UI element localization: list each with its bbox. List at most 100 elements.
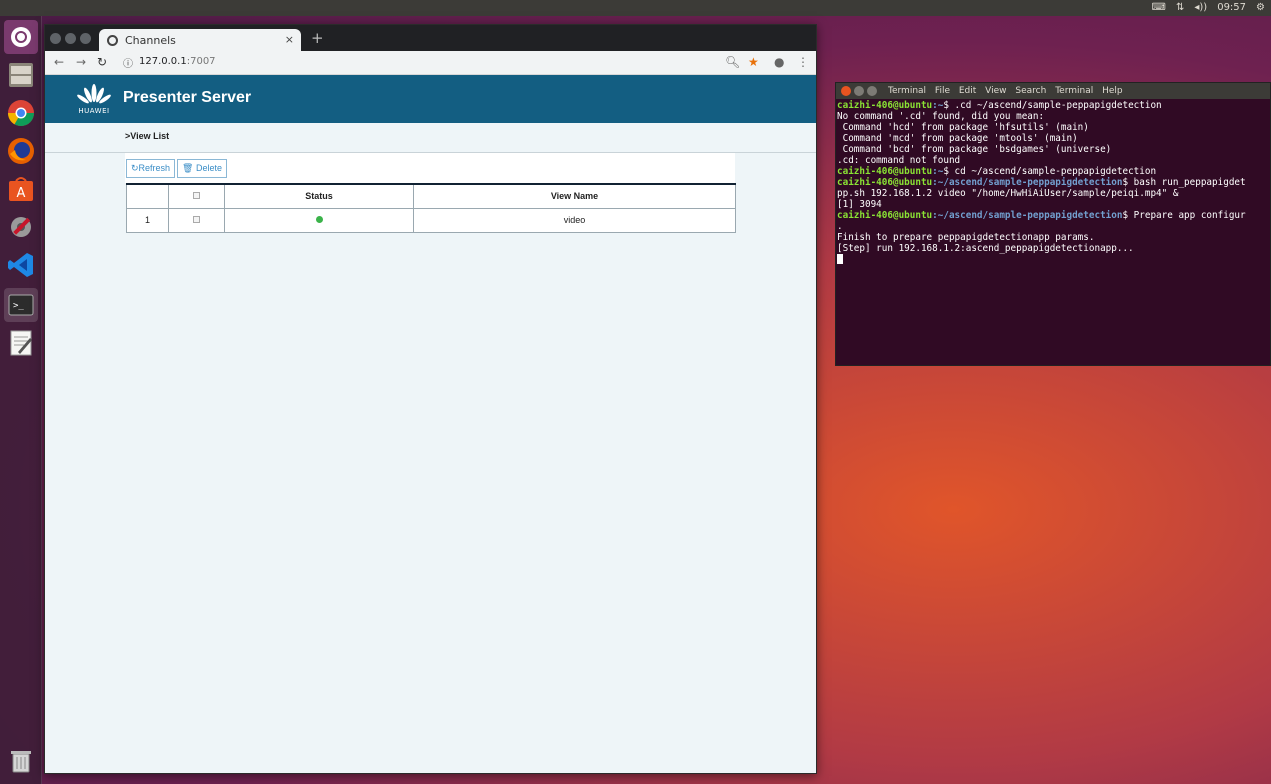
close-icon[interactable]: ×	[285, 33, 294, 46]
terminal-titlebar: Terminal File Edit View Search Terminal …	[836, 83, 1270, 99]
firefox-icon[interactable]	[4, 134, 38, 168]
delete-button[interactable]: 🗑︎ Delete	[177, 159, 227, 178]
back-arrow-icon[interactable]: ←	[54, 55, 64, 69]
toolbar: ↻Refresh 🗑︎ Delete	[125, 153, 735, 183]
prompt-user: caizhi-406@ubuntu	[837, 166, 933, 177]
launcher: A >_	[0, 16, 42, 784]
refresh-icon: ↻	[131, 163, 139, 173]
profile-icon[interactable]: ●	[774, 55, 784, 69]
trash-icon[interactable]	[4, 744, 38, 778]
terminal-minimize-button[interactable]	[854, 86, 864, 96]
refresh-button[interactable]: ↻Refresh	[126, 159, 176, 178]
prompt-path: :~/ascend/sample-peppapigdetection	[932, 177, 1123, 188]
keyboard-icon[interactable]: ⌨	[1152, 0, 1166, 16]
prompt-user: caizhi-406@ubuntu	[837, 210, 933, 221]
reload-icon[interactable]: ↻	[97, 55, 107, 69]
terminal-app-title: Terminal	[888, 86, 927, 96]
globe-icon	[107, 34, 118, 46]
terminal-cursor-line	[837, 254, 1270, 266]
view-table: Status View Name 1 video	[126, 183, 736, 233]
table-row[interactable]: 1 video	[126, 207, 736, 233]
window-minimize-button[interactable]	[65, 33, 76, 44]
prompt-path: :~	[932, 100, 944, 111]
terminal-line: Command 'bcd' from package 'bsdgames' (u…	[837, 144, 1112, 155]
ubuntu-logo-icon[interactable]	[4, 20, 38, 54]
command-text: $ bash run_peppapigdet	[1122, 177, 1246, 188]
terminal-output[interactable]: caizhi-406@ubuntu:~$ .cd ~/ascend/sample…	[837, 100, 1270, 365]
command-text: $ cd ~/ascend/sample-peppapigdetection	[943, 166, 1157, 177]
svg-text:A: A	[17, 186, 26, 201]
chrome-icon[interactable]	[4, 96, 38, 130]
header-select-all	[168, 183, 225, 209]
menu-file[interactable]: File	[935, 86, 950, 96]
tab-channels[interactable]: Channels ×	[99, 29, 301, 51]
row-status	[224, 207, 414, 233]
tab-title: Channels	[125, 33, 176, 47]
terminal-line: caizhi-406@ubuntu:~/ascend/sample-peppap…	[837, 177, 1270, 188]
svg-text:>_: >_	[13, 301, 24, 311]
menu-view[interactable]: View	[985, 86, 1006, 96]
terminal-line: caizhi-406@ubuntu:~$ cd ~/ascend/sample-…	[837, 166, 1270, 177]
menu-help[interactable]: Help	[1102, 86, 1123, 96]
terminal-close-button[interactable]	[841, 86, 851, 96]
window-close-button[interactable]	[50, 33, 61, 44]
huawei-logo: HUAWEI	[75, 82, 113, 118]
terminal-line: [Step] run 192.168.1.2:ascend_peppapigde…	[837, 243, 1134, 254]
command-text: $ Prepare app configur	[1122, 210, 1246, 221]
terminal-line: caizhi-406@ubuntu:~/ascend/sample-peppap…	[837, 210, 1270, 221]
header-index	[126, 183, 169, 209]
terminal-icon[interactable]: >_	[4, 288, 38, 322]
terminal-line: .cd: command not found	[837, 155, 961, 166]
top-panel: ⌨ ⇅ ◂)) 09:57 ⚙	[0, 0, 1271, 16]
star-icon[interactable]: ★	[748, 55, 759, 69]
tools-icon[interactable]	[4, 210, 38, 244]
file-cabinet-icon[interactable]	[4, 58, 38, 92]
terminal-line: .	[837, 221, 843, 232]
trash-icon: 🗑︎	[182, 163, 194, 173]
url-field[interactable]: 127.0.0.1:7007	[139, 56, 216, 67]
table-header-row: Status View Name	[126, 183, 736, 209]
terminal-line: caizhi-406@ubuntu:~$ .cd ~/ascend/sample…	[837, 100, 1270, 111]
breadcrumb[interactable]: >View List	[125, 131, 169, 141]
window-maximize-button[interactable]	[80, 33, 91, 44]
prompt-user: caizhi-406@ubuntu	[837, 100, 933, 111]
menu-terminal[interactable]: Terminal	[1055, 86, 1093, 96]
terminal-maximize-button[interactable]	[867, 86, 877, 96]
menu-icon[interactable]: ⋮	[797, 55, 809, 69]
browser-window: Channels × + ← → ↻ ⓘ 127.0.0.1:7007 🔍︎ ★…	[44, 24, 817, 774]
text-editor-icon[interactable]	[4, 326, 38, 360]
prompt-path: :~	[932, 166, 944, 177]
logo-text: HUAWEI	[78, 107, 110, 115]
terminal-line: No command '.cd' found, did you mean:	[837, 111, 1045, 122]
software-center-icon[interactable]: A	[4, 172, 38, 206]
row-select	[168, 207, 225, 233]
terminal-menubar: Terminal File Edit View Search Terminal …	[888, 83, 1129, 99]
vscode-icon[interactable]	[4, 248, 38, 282]
network-icon[interactable]: ⇅	[1176, 0, 1184, 16]
row-checkbox[interactable]	[193, 216, 200, 223]
clock[interactable]: 09:57	[1217, 0, 1246, 16]
terminal-window: Terminal File Edit View Search Terminal …	[835, 82, 1271, 366]
terminal-cursor	[837, 254, 843, 264]
gear-icon[interactable]: ⚙	[1256, 0, 1265, 16]
page-header: HUAWEI Presenter Server	[45, 75, 816, 123]
select-all-checkbox[interactable]	[193, 192, 200, 200]
tab-strip: Channels × +	[45, 25, 816, 51]
menu-edit[interactable]: Edit	[959, 86, 976, 96]
row-view-name[interactable]: video	[413, 207, 736, 233]
row-index: 1	[126, 207, 169, 233]
new-tab-button[interactable]: +	[311, 29, 324, 47]
prompt-path: :~/ascend/sample-peppapigdetection	[932, 210, 1123, 221]
terminal-line: [1] 3094	[837, 199, 882, 210]
terminal-line: Command 'hcd' from package 'hfsutils' (m…	[837, 122, 1089, 133]
command-text: $ .cd ~/ascend/sample-peppapigdetection	[943, 100, 1162, 111]
status-ok-icon	[315, 216, 323, 223]
menu-search[interactable]: Search	[1015, 86, 1046, 96]
address-bar: ← → ↻ ⓘ 127.0.0.1:7007 🔍︎ ★ ● ⋮	[45, 51, 816, 75]
forward-arrow-icon[interactable]: →	[76, 55, 86, 69]
info-icon[interactable]: ⓘ	[123, 55, 133, 70]
page-title: Presenter Server	[123, 89, 252, 106]
terminal-line: pp.sh 192.168.1.2 video "/home/HwHiAiUse…	[837, 188, 1179, 199]
zoom-icon[interactable]: 🔍︎	[725, 55, 740, 69]
volume-icon[interactable]: ◂))	[1194, 0, 1207, 16]
